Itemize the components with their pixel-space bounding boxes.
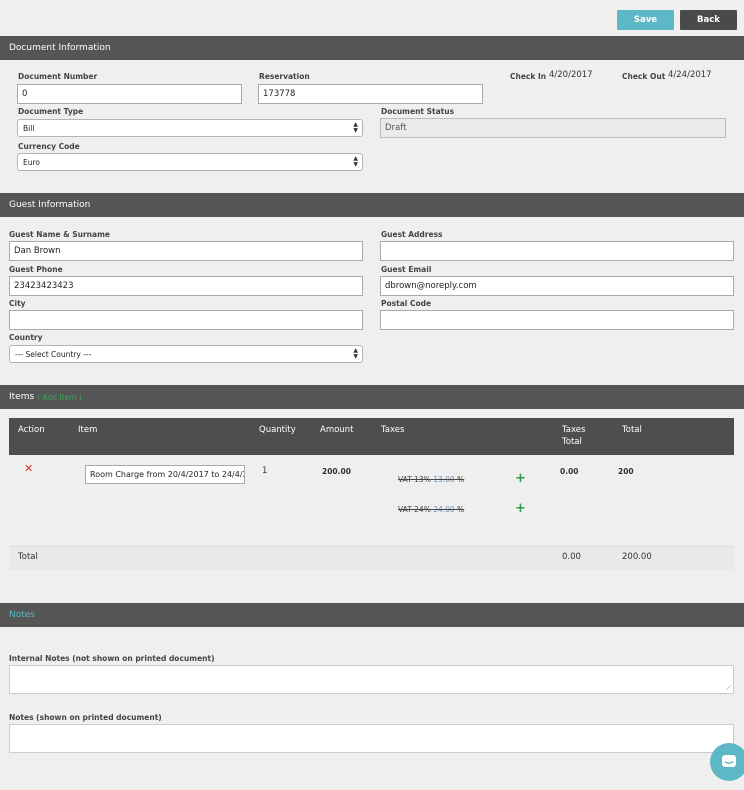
printed-notes-textarea[interactable] xyxy=(9,724,734,753)
document-type-label: Document Type xyxy=(18,107,84,116)
check-in-value: 4/20/2017 xyxy=(549,70,593,80)
internal-notes-label: Internal Notes (not shown on printed doc… xyxy=(9,654,215,663)
guest-address-label: Guest Address xyxy=(381,230,443,239)
tax-unit: % xyxy=(457,475,465,484)
select-arrows-icon: ▲ ▼ xyxy=(353,121,358,134)
internal-notes-textarea[interactable]: ⟋ xyxy=(9,665,734,694)
delete-item-icon[interactable]: ✕ xyxy=(24,462,33,475)
tax-name: VAT 13% xyxy=(398,475,431,484)
document-status-label: Document Status xyxy=(381,107,455,116)
tax-line: VAT 13% 13.00 % xyxy=(398,475,464,484)
items-table-header xyxy=(9,418,734,455)
check-in-label: Check In xyxy=(510,72,547,81)
tax-name: VAT 24% xyxy=(398,505,431,514)
col-item: Item xyxy=(78,425,98,435)
chat-icon xyxy=(722,755,736,767)
guest-phone-label: Guest Phone xyxy=(9,265,63,274)
col-quantity: Quantity xyxy=(259,425,296,435)
select-arrows-icon: ▲ ▼ xyxy=(353,347,358,360)
city-label: City xyxy=(9,299,26,308)
document-information-header: Document Information xyxy=(0,36,744,60)
document-type-value: Bill xyxy=(23,123,35,133)
document-type-select[interactable]: Bill ▲ ▼ xyxy=(17,119,363,137)
section-title: Guest Information xyxy=(9,200,91,210)
guest-name-label: Guest Name & Surname xyxy=(9,230,110,239)
document-number-field[interactable]: 0 xyxy=(17,84,242,104)
resize-handle-icon[interactable]: ⟋ xyxy=(726,684,731,693)
guest-email-label: Guest Email xyxy=(381,265,432,274)
postal-code-label: Postal Code xyxy=(381,299,432,308)
save-button[interactable]: Save xyxy=(617,10,674,30)
add-item-link[interactable]: ( Add Item ) xyxy=(37,393,82,402)
chat-widget-button[interactable] xyxy=(710,743,744,781)
guest-address-field[interactable] xyxy=(380,241,734,261)
document-number-label: Document Number xyxy=(18,72,98,81)
currency-code-label: Currency Code xyxy=(18,142,80,151)
section-title: Document Information xyxy=(9,43,111,53)
tax-value: 24.00 xyxy=(433,505,455,514)
item-description-field[interactable]: Room Charge from 20/4/2017 to 24/4/2017 xyxy=(85,465,245,484)
reservation-field[interactable]: 173778 xyxy=(258,84,483,104)
document-status-field: Draft xyxy=(380,118,726,138)
item-quantity: 1 xyxy=(262,466,268,476)
item-taxes-total: 0.00 xyxy=(560,467,579,476)
guest-information-header: Guest Information xyxy=(0,193,744,217)
city-field[interactable] xyxy=(9,310,363,330)
col-taxes-total-2: Total xyxy=(562,437,582,447)
postal-code-field[interactable] xyxy=(380,310,734,330)
printed-notes-label: Notes (shown on printed document) xyxy=(9,713,162,722)
add-tax-icon[interactable]: + xyxy=(515,471,526,486)
country-select[interactable]: --- Select Country --- ▲ ▼ xyxy=(9,345,363,363)
currency-code-value: Euro xyxy=(23,157,40,167)
country-value: --- Select Country --- xyxy=(15,349,92,359)
total-label: Total xyxy=(18,552,38,562)
guest-name-field[interactable]: Dan Brown xyxy=(9,241,363,261)
tax-line: VAT 24% 24.00 % xyxy=(398,505,464,514)
col-total: Total xyxy=(622,425,642,435)
guest-phone-field[interactable]: 23423423423 xyxy=(9,276,363,296)
currency-code-select[interactable]: Euro ▲ ▼ xyxy=(17,153,363,171)
total-taxes-total: 0.00 xyxy=(562,552,581,562)
reservation-label: Reservation xyxy=(259,72,310,81)
col-action: Action xyxy=(18,425,45,435)
item-amount: 200.00 xyxy=(322,467,351,476)
tax-unit: % xyxy=(457,505,465,514)
item-total: 200 xyxy=(618,467,634,476)
select-arrows-icon: ▲ ▼ xyxy=(353,155,358,168)
tax-value: 13.00 xyxy=(433,475,455,484)
items-header: Items ( Add Item ) xyxy=(0,385,744,409)
col-amount: Amount xyxy=(320,425,354,435)
check-out-value: 4/24/2017 xyxy=(668,70,712,80)
section-title: Items xyxy=(9,392,35,402)
col-taxes: Taxes xyxy=(381,425,405,435)
guest-email-field[interactable]: dbrown@noreply.com xyxy=(380,276,734,296)
add-tax-icon[interactable]: + xyxy=(515,501,526,516)
check-out-label: Check Out xyxy=(622,72,666,81)
total-amount: 200.00 xyxy=(622,552,652,562)
col-taxes-total-1: Taxes xyxy=(562,425,586,435)
back-button[interactable]: Back xyxy=(680,10,737,30)
notes-header: Notes xyxy=(0,603,744,627)
country-label: Country xyxy=(9,333,43,342)
section-title: Notes xyxy=(9,610,35,620)
